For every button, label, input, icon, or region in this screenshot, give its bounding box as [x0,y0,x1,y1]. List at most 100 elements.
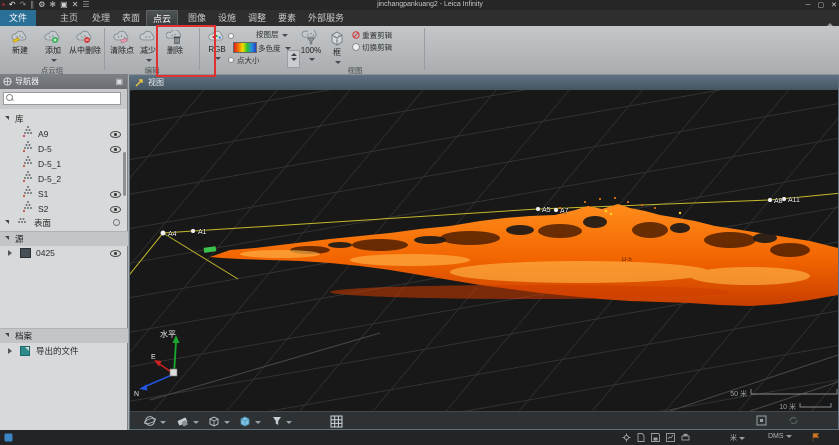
tree-item-d5[interactable]: D-5 [0,142,128,156]
window-icon[interactable]: ▣ [60,0,68,10]
report-icon[interactable] [666,433,675,442]
sync-icon[interactable] [788,415,799,426]
point-cloud[interactable]: D-5 [204,197,838,306]
close-doc-icon[interactable]: ✕ [72,0,79,10]
tree-item-0425[interactable]: 0425 [0,246,128,260]
list-icon[interactable]: ☰ [82,0,89,10]
tab-surfaces[interactable]: 表面 [118,10,144,26]
save-icon[interactable] [651,433,660,442]
quick-access-toolbar: ▪ ↶ ↷ ∥ ⚙ ✱ ▣ ✕ ☰ [2,0,90,10]
viewport-title: 视图 [148,76,164,90]
tree-section-surfaces[interactable]: 表面 [0,216,128,230]
stepper-up-icon[interactable] [291,53,297,56]
reduce-dropdown-caret[interactable] [146,59,152,62]
eraser-icon[interactable] [176,415,189,427]
point-size-radio[interactable] [228,57,234,63]
tree-item-d5-2[interactable]: D-5_2 [0,172,128,186]
visibility-eye-icon[interactable] [110,250,121,257]
tab-home[interactable]: 主页 [56,10,82,26]
navigator-icon [3,77,12,86]
toggle-clip-button[interactable]: 切换剪辑 [352,42,392,53]
partial-visibility-icon[interactable] [113,219,120,226]
tree-scrollbar[interactable] [123,152,126,196]
eraser-dropdown-caret[interactable] [193,421,199,424]
tab-images[interactable]: 图像 [184,10,210,26]
multicolor-radio[interactable] [228,33,234,39]
add-dropdown-caret[interactable] [51,59,57,62]
visibility-eye-icon[interactable] [110,131,121,138]
project-status-icon[interactable] [4,433,13,442]
tree-item-s1[interactable]: S1 [0,187,128,201]
tab-external-services[interactable]: 外部服务 [304,10,348,26]
cube-view-dropdown-caret[interactable] [255,421,261,424]
print-icon[interactable] [681,433,690,442]
reset-clip-button[interactable]: 重置剪辑 [352,30,392,41]
tree-section-source[interactable]: 源 [0,231,128,246]
expand-view-icon[interactable] [756,415,767,426]
pointcloud-icon [24,162,26,164]
angle-caret [786,435,792,438]
tab-adjustments[interactable]: 调整 [244,10,270,26]
tree-item-a9[interactable]: A9 [0,127,128,141]
minimize-button[interactable]: ─ [806,2,811,9]
axis-e-label: E [151,354,156,361]
viewport-header[interactable]: 视图 [130,76,838,90]
tab-file[interactable]: 文件 [0,10,36,26]
stepper-down-icon[interactable] [291,58,297,61]
undo-icon[interactable]: ↶ [9,0,16,10]
cloud-reduce-icon [139,30,157,44]
tab-features[interactable]: 要素 [274,10,300,26]
angle-format-selector[interactable]: DMS [768,433,792,440]
grid-toggle-icon[interactable] [330,415,343,428]
orbit-icon[interactable] [144,415,156,427]
visibility-eye-icon[interactable] [110,191,121,198]
tree-item-d5-1[interactable]: D-5_1 [0,157,128,171]
pin-icon[interactable]: ∥ [30,0,34,10]
cloud-label: D-5 [622,257,632,263]
viewport-canvas[interactable]: D-5 A4 A1 A5 A7 A8 A11 [130,90,838,411]
visibility-eye-icon[interactable] [110,146,121,153]
collapsed-expander-icon[interactable] [8,250,12,256]
rgb-button[interactable]: RGB [203,28,231,72]
tab-pointcloud-active[interactable]: 点云 [146,10,178,26]
tab-infrastructure[interactable]: 设施 [214,10,240,26]
search-input[interactable] [3,92,121,105]
refresh-icon[interactable]: ✱ [49,0,56,10]
clip-box-icon[interactable] [207,415,220,427]
expander-icon[interactable] [5,116,9,120]
redo-icon[interactable]: ↷ [20,0,27,10]
close-button[interactable]: ✕ [831,1,837,9]
panel-pin-icon[interactable]: ▣ [115,74,123,89]
expander-icon[interactable] [5,236,9,240]
new-doc-icon[interactable] [637,433,645,442]
by-layer-dropdown[interactable]: 按图层 [256,29,288,40]
tab-processing[interactable]: 处理 [88,10,114,26]
unit-selector[interactable]: 米 [730,433,745,443]
navigator-search [0,89,127,109]
expander-icon[interactable] [5,333,9,337]
rgb-dropdown-caret[interactable] [215,57,221,60]
settings-icon[interactable]: ⚙ [38,0,45,10]
visibility-eye-icon[interactable] [110,206,121,213]
flag-icon[interactable] [812,433,822,442]
maximize-button[interactable]: ▢ [818,1,825,9]
clip-box-dropdown-caret[interactable] [224,421,230,424]
box-dropdown-caret[interactable] [335,61,341,64]
collapsed-expander-icon[interactable] [8,348,12,354]
orbit-dropdown-caret[interactable] [160,421,166,424]
toggle-clip-radio[interactable] [352,43,360,51]
multicolor-label: 多色度 [258,43,281,54]
density-dropdown-caret[interactable] [309,58,315,61]
expander-icon[interactable] [5,220,9,224]
filter-dropdown-caret[interactable] [286,421,292,424]
title-bar: ▪ ↶ ↷ ∥ ⚙ ✱ ▣ ✕ ☰ jinchangpankuang2 - Le… [0,0,839,10]
colormap-gradient-icon[interactable] [233,42,257,53]
tree-section-library[interactable]: 库 [0,112,128,126]
gear-icon[interactable] [622,433,631,442]
marker-label: A11 [788,197,800,204]
tree-item-s2[interactable]: S2 [0,202,128,216]
tree-item-exported-files[interactable]: 导出的文件 [0,344,128,358]
cube-view-icon[interactable] [238,415,251,427]
tree-section-archive[interactable]: 档案 [0,328,128,343]
filter-icon[interactable] [271,415,283,427]
